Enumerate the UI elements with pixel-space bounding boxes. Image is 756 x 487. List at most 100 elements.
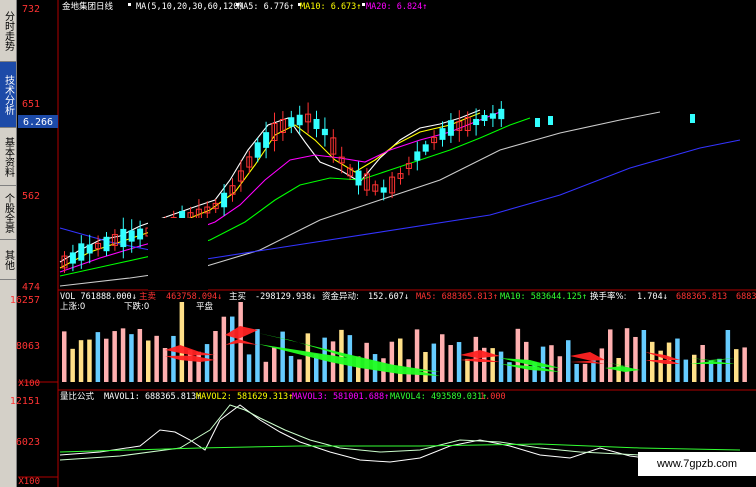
ratio-formula-name: 量比公式 [60,391,95,402]
mavol2-readout: MAVOL2: 581629.313↑ [196,392,293,402]
candle-body-52 [498,108,505,120]
candle-body-2 [78,243,85,261]
candle-body-27 [288,117,295,127]
ratio-axis-mid: 6023 [16,437,40,448]
ratio-axis-unit: X100 [18,477,40,487]
volume-bar-19 [221,316,227,382]
flat-count: 平盘 [196,301,214,312]
volume-bar-24 [263,361,269,382]
candle-right-1 [548,116,553,125]
header-dot-0 [128,3,131,6]
volume-axis-unit: X100 [18,379,40,389]
volume-bar-46 [448,345,453,382]
candle-body-30 [313,118,320,130]
candle-body-23 [254,142,261,158]
volume-bar-29 [305,333,311,382]
vol-ma10-readout: MA10: 583644.125↑ [500,292,587,302]
volume-bar-5 [104,338,109,382]
volume-bar-44 [431,343,437,382]
volume-axis-top: 16257 [10,295,40,306]
volume-bar-16 [196,351,201,382]
volume-bar-70 [650,341,655,382]
volume-bar-62 [582,363,588,382]
volume-bar-12 [162,348,168,382]
volume-bar-2 [78,340,84,382]
candle-body-43 [422,144,429,152]
ratio-axis-top: 12151 [10,396,40,407]
volume-bar-63 [591,360,596,382]
volume-bar-group [62,301,747,382]
volume-bar-48 [465,358,470,382]
stock-name: 金地集团日线 [62,1,114,12]
volume-bar-80 [734,349,739,382]
candle-body-45 [439,128,446,140]
vol-ribbon-2 [225,326,258,345]
ma10-readout: MA10: 6.673↑ [300,2,361,12]
volume-bar-43 [423,351,428,382]
volume-axis-mid: 8063 [16,341,40,352]
candle-body-51 [489,113,496,119]
volume-bar-8 [129,334,134,382]
volume-bar-14 [179,301,185,382]
candle-body-7 [120,228,127,248]
candle-body-5 [103,236,110,252]
ma5-readout: MA5: 6.776↑ [238,2,294,12]
volume-bar-61 [574,363,579,382]
candle-body-49 [473,118,480,126]
volume-bar-58 [549,345,554,382]
ma-params: MA(5,10,20,30,60,120) [136,2,243,12]
down-count: 下跌:0 [124,301,149,312]
volume-bar-40 [398,338,403,382]
candle-body-46 [447,120,454,136]
candle-body-9 [137,228,144,240]
price-axis-bottom: 474 [22,282,40,293]
price-axis-mid: 651 [22,99,40,110]
volume-bar-17 [204,344,210,382]
up-count: 上涨:0 [60,301,85,312]
watermark: www.7gpzb.com [638,452,756,476]
header-dot-3 [362,3,365,6]
volume-bar-28 [297,359,302,382]
volume-bar-68 [633,336,638,382]
fund-value: 152.607↓ [368,292,409,302]
volume-bar-65 [608,329,613,382]
fund-label: 资金异动: [322,291,359,302]
ma20-readout: MA20: 6.824↑ [366,2,427,12]
mavol1-readout: MAVOL1: 688365.813↑ [104,392,201,402]
volume-bar-75 [692,354,697,382]
volume-bar-3 [87,339,92,382]
stock-chart[interactable]: 732 651 562 474 6.266 金地集团日线 MA(5,10,20,… [0,0,756,487]
volume-bar-4 [95,332,101,382]
volume-bar-59 [557,356,563,382]
chart-occluder [148,218,208,290]
candle-body-8 [128,230,135,242]
candle-body-1 [69,252,76,264]
price-axis-low: 562 [22,191,40,202]
candle-body-38 [380,187,387,193]
mavol4-readout: MAVOL4: 493589.031↑ [390,392,487,402]
vol-extra-readout: 688365.813 [676,292,727,302]
candle-body-3 [86,244,93,254]
candle-body-35 [355,170,362,186]
volume-bar-10 [146,340,151,382]
volume-bar-47 [456,342,462,382]
volume-bar-39 [389,341,395,382]
volume-bar-22 [246,354,252,382]
zhumai-value: 463758.094↓ [166,292,222,302]
volume-bar-73 [675,338,680,382]
volume-bar-45 [440,334,445,382]
volume-bar-69 [641,330,647,382]
candle-body-42 [414,151,421,161]
volume-bar-18 [213,331,218,382]
volume-bar-13 [171,335,176,382]
volume-bar-23 [255,329,260,382]
volume-bar-1 [70,348,75,382]
volume-bar-6 [112,331,117,382]
volume-bar-54 [515,328,521,382]
candle-body-50 [481,115,488,121]
mavol3-readout: MAVOL3: 581001.688↑ [292,392,389,402]
candle-right-0 [535,118,540,127]
volume-bar-60 [566,340,571,382]
volume-bar-11 [154,335,159,382]
turnover-value: 1.704↓ [637,292,668,302]
